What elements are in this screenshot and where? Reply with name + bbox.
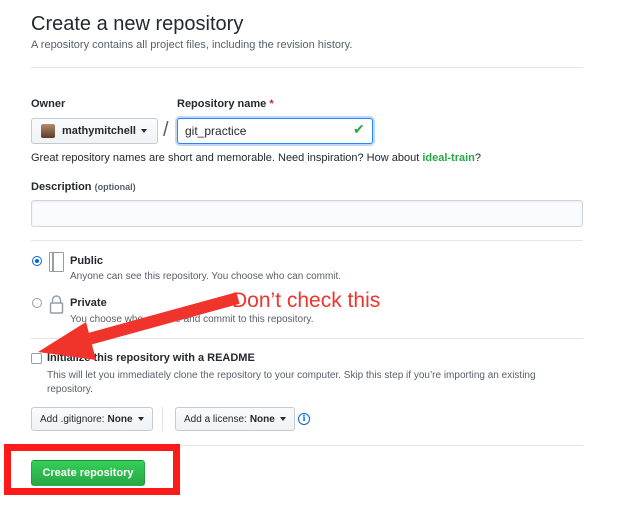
- annotation-text: Don’t check this: [232, 289, 381, 312]
- red-arrow-annotation: [38, 292, 240, 360]
